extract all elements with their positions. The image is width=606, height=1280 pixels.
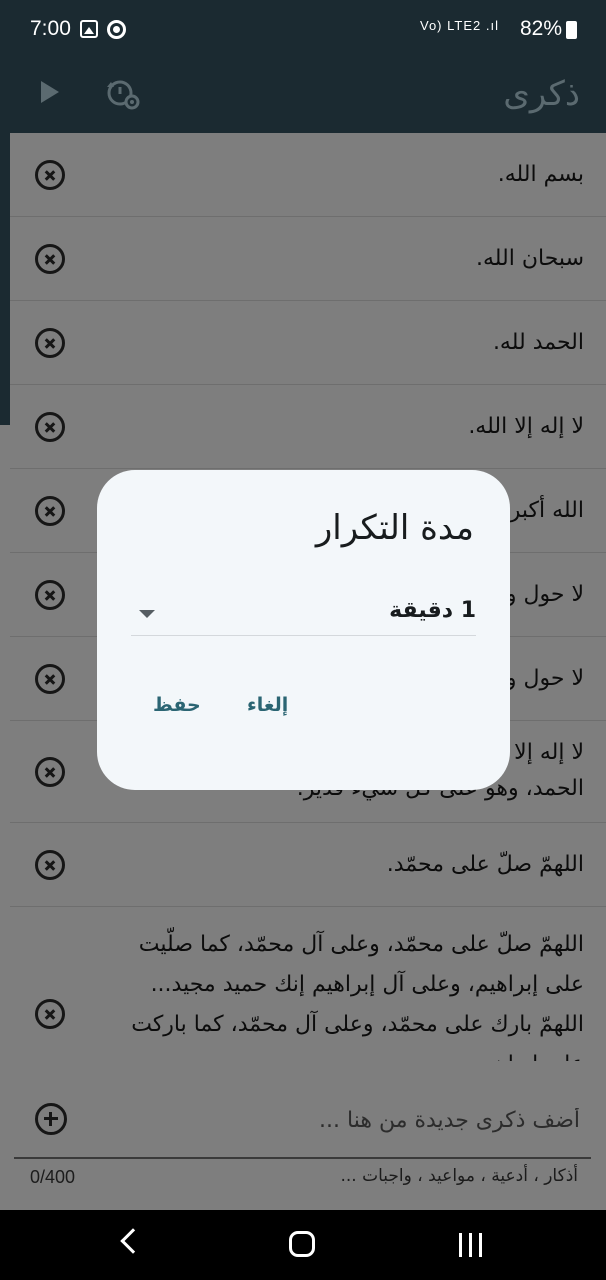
dialog-title: مدة التكرار — [315, 508, 474, 548]
list-item[interactable]: الحمد لله. — [10, 301, 606, 385]
list-item-text: الله أكبر. — [502, 498, 584, 523]
battery-percentage: 82% — [520, 17, 563, 40]
list-item-text: بسم الله. — [497, 162, 584, 187]
interval-dropdown[interactable]: 1 دقيقة — [131, 588, 476, 636]
add-dhikr-input[interactable] — [90, 1096, 580, 1144]
list-item[interactable]: اللهمّ صلّ على محمّد. — [10, 823, 606, 907]
remove-icon[interactable] — [35, 664, 65, 694]
gallery-notification-icon — [80, 20, 98, 38]
list-item[interactable]: اللهمّ صلّ على محمّد، وعلى آل محمّد، كما… — [10, 907, 606, 1061]
timer-settings-icon[interactable] — [105, 78, 141, 110]
remove-icon[interactable] — [35, 496, 65, 526]
list-item-text: لا إله إلا الله. — [468, 414, 584, 439]
remove-icon[interactable] — [35, 160, 65, 190]
remove-icon[interactable] — [35, 328, 65, 358]
cancel-button[interactable]: إلغاء — [247, 694, 288, 716]
input-underline — [14, 1157, 591, 1159]
remove-icon[interactable] — [35, 244, 65, 274]
list-item[interactable]: سبحان الله. — [10, 217, 606, 301]
list-item-text: سبحان الله. — [475, 246, 584, 271]
list-item-text: الحمد لله. — [492, 330, 584, 355]
remove-icon[interactable] — [35, 580, 65, 610]
remove-icon[interactable] — [35, 412, 65, 442]
remove-icon[interactable] — [35, 999, 65, 1029]
list-item[interactable]: بسم الله. — [10, 133, 606, 217]
dropdown-selected-value: 1 دقيقة — [389, 598, 476, 623]
remove-icon[interactable] — [35, 757, 65, 787]
recent-apps-icon[interactable] — [459, 1233, 485, 1257]
list-item-text: اللهمّ صلّ على محمّد. — [386, 852, 584, 877]
character-counter: 0/400 — [30, 1167, 76, 1187]
scroll-indicator — [0, 133, 10, 425]
save-button[interactable]: حفظ — [153, 694, 201, 716]
list-item[interactable]: لا إله إلا الله. — [10, 385, 606, 469]
dropdown-arrow-icon — [139, 610, 155, 618]
add-icon[interactable] — [35, 1103, 67, 1135]
app-title: ذكرى — [503, 74, 580, 114]
list-item-text: اللهمّ صلّ على محمّد، وعلى آل محمّد، كما… — [131, 932, 584, 1061]
home-icon[interactable] — [289, 1231, 315, 1257]
signal-icon: Vo) LTE2 .ıl — [420, 18, 499, 33]
play-icon[interactable] — [41, 81, 59, 103]
remove-icon[interactable] — [35, 850, 65, 880]
status-bar: 7:00 Vo) LTE2 .ıl 82% — [0, 0, 606, 60]
battery-icon — [566, 21, 577, 39]
input-hint: أذكار ، أدعية ، مواعيد ، واجبات ... — [340, 1166, 578, 1186]
status-time: 7:00 — [30, 17, 71, 40]
recording-notification-icon — [107, 20, 126, 39]
app-bar: ذكرى — [0, 60, 606, 133]
repeat-interval-dialog: مدة التكرار 1 دقيقة إلغاء حفظ — [97, 470, 510, 790]
